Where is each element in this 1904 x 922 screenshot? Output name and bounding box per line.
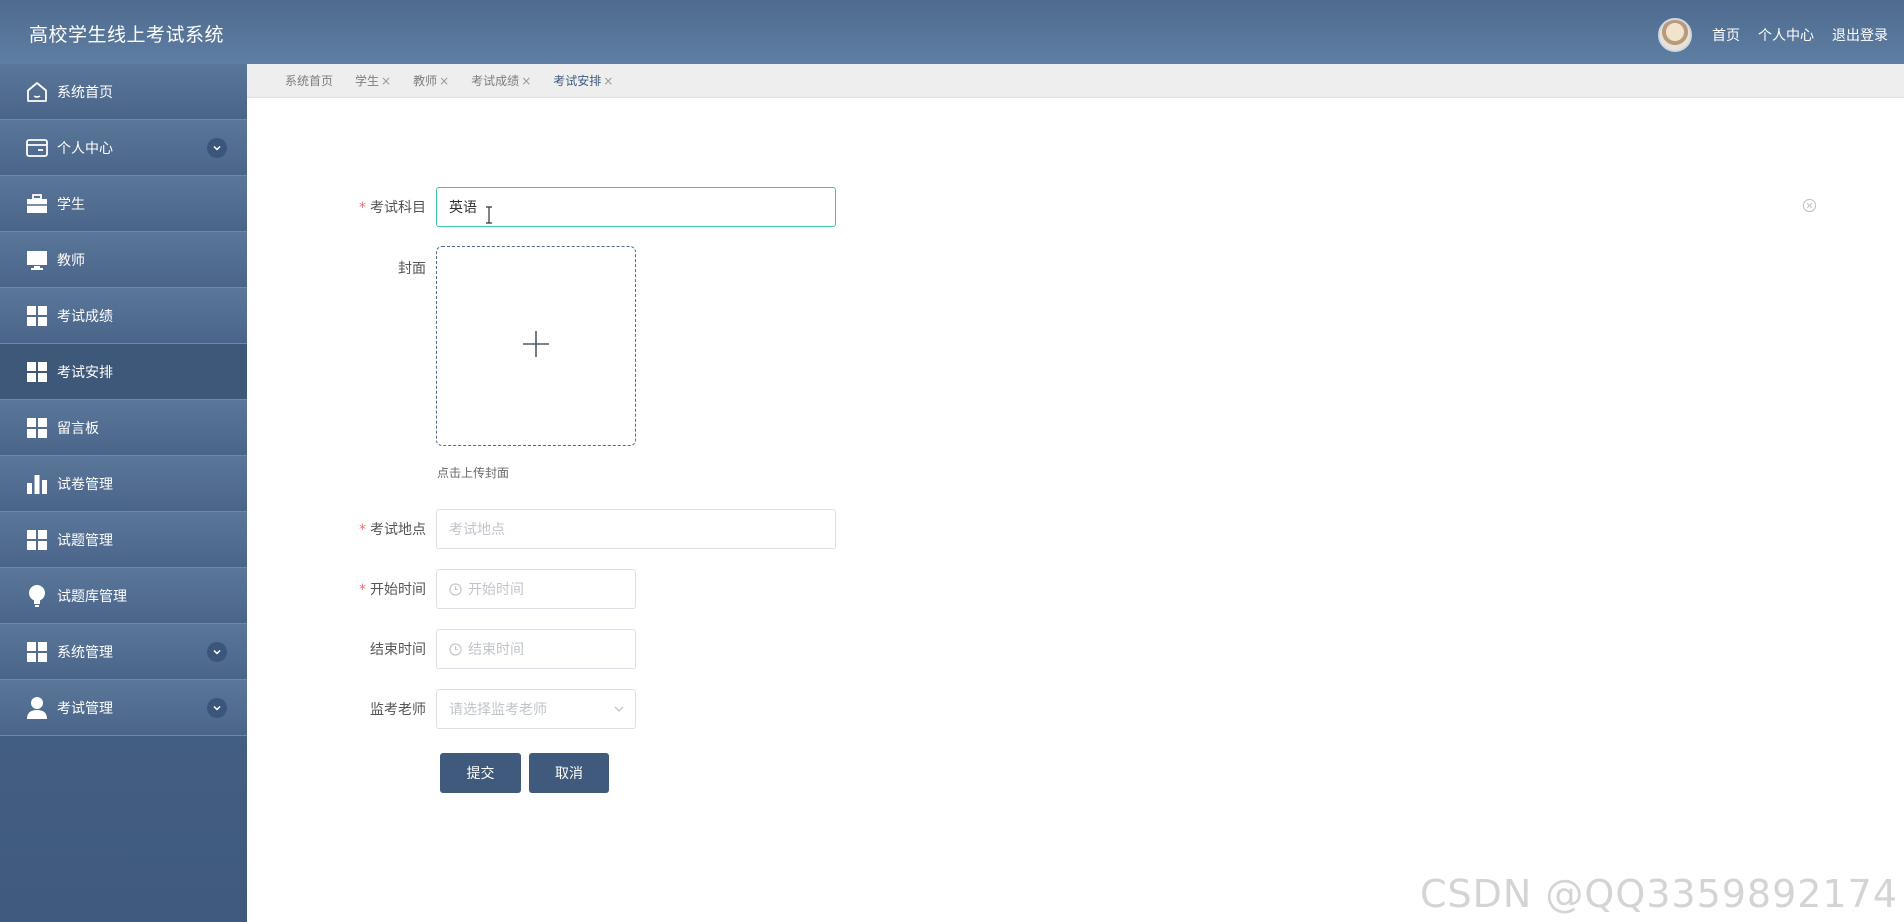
start-time-label: * 开始时间 — [359, 582, 426, 598]
location-label: * 考试地点 — [359, 522, 426, 538]
tab-label: 考试成绩 — [471, 74, 520, 88]
proctor-label: 监考老师 — [370, 702, 426, 718]
tab-label: 系统首页 — [285, 74, 334, 88]
sidebar-item-label: 考试管理 — [57, 700, 113, 717]
header-nav: 首页 个人中心 退出登录 — [1658, 18, 1888, 52]
grid-icon — [24, 304, 50, 328]
sidebar-item-system-management[interactable]: 系统管理 — [0, 624, 247, 680]
sidebar-item-question-bank[interactable]: 试题库管理 — [0, 568, 247, 624]
sidebar-item-label: 个人中心 — [57, 140, 113, 157]
sidebar-item-exam-schedule[interactable]: 考试安排 — [0, 344, 247, 400]
tab-label: 学生 — [355, 74, 380, 88]
close-icon[interactable]: × — [521, 74, 531, 88]
subject-label: * 考试科目 — [359, 200, 426, 216]
sidebar-item-home[interactable]: 系统首页 — [0, 64, 247, 120]
sidebar-item-label: 系统首页 — [57, 84, 113, 101]
sidebar-item-exam-management[interactable]: 考试管理 — [0, 680, 247, 736]
tabs-bar: 系统首页 学生 × 教师 × 考试成绩 × 考试安排 × — [247, 64, 1904, 98]
app-title: 高校学生线上考试系统 — [29, 24, 225, 46]
form-row-cover: 封面 — [316, 246, 636, 446]
clock-icon — [449, 582, 462, 596]
text-cursor-icon — [484, 206, 494, 228]
form-row-end-time: 结束时间 结束时间 — [316, 629, 636, 669]
form-row-proctor: 监考老师 请选择监考老师 — [316, 689, 636, 729]
clock-icon — [449, 642, 462, 656]
user-avatar[interactable] — [1658, 18, 1692, 52]
proctor-select[interactable]: 请选择监考老师 — [436, 689, 636, 729]
watermark: CSDN @QQ3359892174 — [1419, 872, 1898, 916]
sidebar-item-paper-management[interactable]: 试卷管理 — [0, 456, 247, 512]
home-icon — [24, 80, 50, 104]
tab-exam-scores[interactable]: 考试成绩 × — [471, 72, 531, 89]
grid-icon — [24, 640, 50, 664]
cover-upload-tip: 点击上传封面 — [437, 466, 510, 480]
chevron-down-icon[interactable] — [207, 138, 227, 158]
top-header: 高校学生线上考试系统 首页 个人中心 退出登录 — [0, 0, 1904, 64]
grid-icon — [24, 416, 50, 440]
sidebar-item-label: 试题库管理 — [57, 588, 127, 605]
subject-input-value: 英语 — [449, 200, 477, 216]
tab-home[interactable]: 系统首页 — [285, 72, 333, 89]
sidebar-item-label: 试题管理 — [57, 532, 113, 549]
form-row-location: * 考试地点 考试地点 — [316, 509, 836, 549]
header-link-logout[interactable]: 退出登录 — [1832, 25, 1888, 45]
form-row-subject: * 考试科目 英语 — [316, 187, 836, 227]
form-row-start-time: * 开始时间 开始时间 — [316, 569, 636, 609]
cover-label: 封面 — [398, 261, 426, 277]
header-link-home[interactable]: 首页 — [1712, 25, 1740, 45]
sidebar-item-label: 系统管理 — [57, 644, 113, 661]
close-circle-icon[interactable] — [1802, 198, 1817, 217]
sidebar-item-label: 留言板 — [57, 420, 99, 437]
location-input[interactable]: 考试地点 — [436, 509, 836, 549]
tab-students[interactable]: 学生 × — [355, 72, 391, 89]
end-time-picker[interactable]: 结束时间 — [436, 629, 636, 669]
location-placeholder: 考试地点 — [449, 522, 505, 538]
end-time-placeholder: 结束时间 — [468, 642, 524, 658]
required-star: * — [359, 522, 366, 538]
cancel-button[interactable]: 取消 — [529, 753, 609, 793]
monitor-icon — [24, 248, 50, 272]
start-time-picker[interactable]: 开始时间 — [436, 569, 636, 609]
chevron-down-icon — [613, 703, 625, 719]
id-card-icon — [24, 136, 50, 160]
close-icon[interactable]: × — [381, 74, 391, 88]
proctor-placeholder: 请选择监考老师 — [449, 702, 547, 718]
briefcase-icon — [24, 192, 50, 216]
sidebar-item-teachers[interactable]: 教师 — [0, 232, 247, 288]
sidebar-item-exam-scores[interactable]: 考试成绩 — [0, 288, 247, 344]
chevron-down-icon[interactable] — [207, 698, 227, 718]
required-star: * — [359, 200, 366, 216]
sidebar-item-label: 考试成绩 — [57, 308, 113, 325]
tab-label: 教师 — [413, 74, 438, 88]
grid-icon — [24, 528, 50, 552]
sidebar-item-message-board[interactable]: 留言板 — [0, 400, 247, 456]
tab-label: 考试安排 — [553, 74, 602, 88]
lightbulb-icon — [24, 584, 50, 608]
sidebar-item-profile[interactable]: 个人中心 — [0, 120, 247, 176]
submit-button[interactable]: 提交 — [440, 753, 521, 793]
tab-exam-schedule[interactable]: 考试安排 × — [553, 72, 613, 89]
start-time-placeholder: 开始时间 — [468, 582, 524, 598]
sidebar-item-label: 试卷管理 — [57, 476, 113, 493]
tab-teachers[interactable]: 教师 × — [413, 72, 449, 89]
required-star: * — [359, 582, 366, 598]
grid-icon — [24, 360, 50, 384]
chevron-down-icon[interactable] — [207, 642, 227, 662]
cover-upload-box[interactable] — [436, 246, 636, 446]
sidebar-item-students[interactable]: 学生 — [0, 176, 247, 232]
header-link-profile[interactable]: 个人中心 — [1758, 25, 1814, 45]
sidebar-item-question-management[interactable]: 试题管理 — [0, 512, 247, 568]
close-icon[interactable]: × — [439, 74, 449, 88]
end-time-label: 结束时间 — [370, 642, 426, 658]
user-icon — [24, 696, 50, 720]
plus-icon — [521, 329, 551, 363]
sidebar-item-label: 学生 — [57, 196, 85, 213]
sidebar-item-label: 教师 — [57, 252, 85, 269]
close-icon[interactable]: × — [603, 74, 613, 88]
sidebar-item-label: 考试安排 — [57, 364, 113, 381]
sidebar: 系统首页 个人中心 学生 教师 考试成绩 考试安排 留言板 试卷管理 试题管理 … — [0, 64, 247, 922]
bar-chart-icon — [24, 472, 50, 496]
subject-input[interactable]: 英语 — [436, 187, 836, 227]
